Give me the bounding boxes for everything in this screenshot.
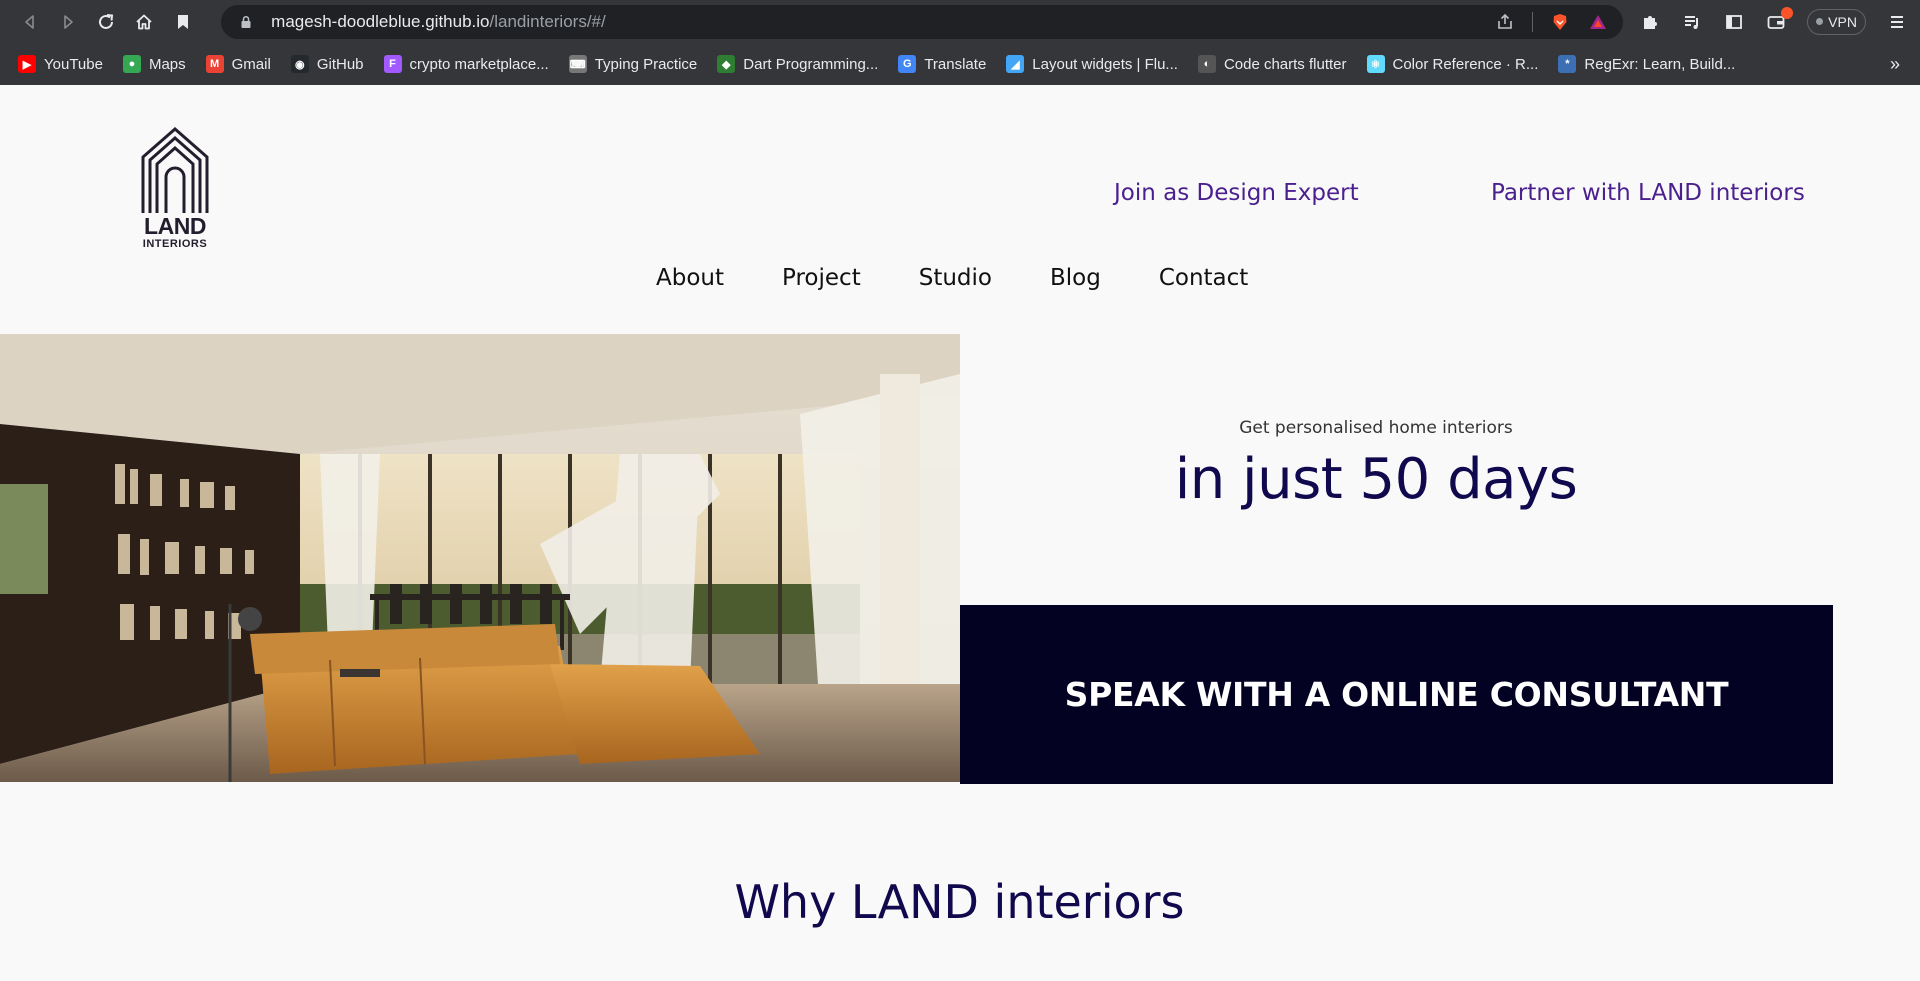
bookmark-label: Typing Practice bbox=[594, 55, 698, 73]
bookmark-label: Layout widgets | Flu... bbox=[1032, 55, 1178, 73]
brave-shields-button[interactable] bbox=[1549, 11, 1571, 33]
menu-button[interactable] bbox=[1886, 11, 1908, 33]
web-page: LAND INTERIORS Join as Design Expert Par… bbox=[0, 85, 1920, 981]
bookmark-item[interactable]: Fcrypto marketplace... bbox=[383, 55, 549, 73]
hamburger-menu-icon bbox=[1890, 15, 1903, 28]
divider bbox=[1532, 11, 1534, 32]
bookmark-favicon-icon: ◐ bbox=[1197, 55, 1216, 73]
brave-rewards-button[interactable] bbox=[1587, 11, 1609, 33]
hero-title: in just 50 days bbox=[1174, 447, 1578, 512]
bookmark-favicon-icon: ⌨ bbox=[568, 55, 587, 73]
vpn-button[interactable]: VPN bbox=[1807, 8, 1866, 35]
bookmark-item[interactable]: ⚛ Color Reference · R... bbox=[1366, 55, 1539, 73]
lock-icon bbox=[241, 15, 251, 28]
url-text: magesh-doodleblue.github.io/landinterior… bbox=[271, 12, 606, 32]
hero-living-room-image bbox=[0, 334, 960, 782]
bookmark-label: Code charts flutter bbox=[1223, 55, 1347, 73]
living-room-illustration bbox=[0, 334, 960, 782]
bookmark-favicon-icon: G bbox=[898, 55, 917, 73]
forward-button[interactable] bbox=[54, 7, 81, 37]
site-logo[interactable]: LAND INTERIORS bbox=[139, 127, 211, 252]
brave-rewards-triangle-icon bbox=[1590, 14, 1607, 29]
bookmark-favicon-icon: ◆ bbox=[717, 55, 736, 73]
home-button[interactable] bbox=[131, 7, 158, 37]
browser-chrome: magesh-doodleblue.github.io/landinterior… bbox=[0, 0, 1920, 85]
bookmarks-bar: ▶ YouTube ● Maps M Gmail ◉ GitHub Fcrypto market… bbox=[0, 43, 1920, 85]
bookmark-item[interactable]: ◉ GitHub bbox=[290, 55, 364, 73]
bookmark-favicon-icon: F bbox=[383, 55, 402, 73]
bookmark-favicon-icon: M bbox=[205, 55, 224, 73]
bookmark-favicon-icon: ◉ bbox=[290, 55, 309, 73]
brave-lion-icon bbox=[1553, 13, 1567, 30]
bookmark-item[interactable]: * RegExr: Learn, Build... bbox=[1558, 55, 1735, 73]
bookmark-item[interactable]: M Gmail bbox=[205, 55, 271, 73]
bookmark-label: YouTube bbox=[44, 55, 103, 73]
bookmark-favicon-icon: * bbox=[1558, 55, 1577, 73]
nav-blog[interactable]: Blog bbox=[1050, 265, 1101, 291]
back-arrow-icon bbox=[24, 14, 34, 29]
sidebar-button[interactable] bbox=[1723, 11, 1745, 33]
logo-subword: INTERIORS bbox=[142, 238, 208, 250]
bookmark-label: Gmail bbox=[231, 55, 271, 73]
bookmark-favicon-icon: ▶ bbox=[18, 55, 36, 73]
bookmark-label: RegExr: Learn, Build... bbox=[1584, 55, 1736, 73]
bookmark-label: Maps bbox=[148, 55, 186, 73]
bookmark-item[interactable]: G Translate bbox=[898, 55, 986, 73]
share-icon bbox=[1498, 13, 1512, 29]
playlist-button[interactable] bbox=[1681, 11, 1703, 33]
bookmark-favicon-icon: ⚛ bbox=[1366, 55, 1385, 73]
playlist-icon bbox=[1685, 15, 1699, 29]
vpn-status-dot bbox=[1816, 18, 1824, 25]
bookmark-label: GitHub bbox=[316, 55, 364, 73]
why-section-title-text: Why LAND interiors bbox=[734, 875, 1185, 929]
house-logo-icon bbox=[141, 127, 209, 213]
join-design-expert-link[interactable]: Join as Design Expert bbox=[1114, 180, 1359, 206]
browser-toolbar: magesh-doodleblue.github.io/landinterior… bbox=[0, 0, 1920, 43]
vpn-label: VPN bbox=[1828, 13, 1857, 30]
partner-link[interactable]: Partner with LAND interiors bbox=[1491, 180, 1805, 206]
main-navigation: About Project Studio Blog Contact bbox=[656, 265, 1248, 291]
bookmark-button[interactable] bbox=[169, 7, 196, 37]
bookmark-favicon-icon: ● bbox=[122, 55, 141, 73]
notification-badge bbox=[1781, 6, 1794, 19]
home-icon bbox=[136, 14, 152, 29]
sidebar-icon bbox=[1726, 14, 1743, 29]
hero-subtitle: Get personalised home interiors bbox=[1239, 418, 1513, 438]
bookmark-item[interactable]: ◐ Code charts flutter bbox=[1197, 55, 1347, 73]
bookmark-label: crypto marketplace... bbox=[409, 55, 549, 73]
url-host: magesh-doodleblue.github.io bbox=[271, 11, 490, 31]
bookmark-icon bbox=[177, 14, 188, 29]
back-button[interactable] bbox=[16, 7, 43, 37]
wallet-button[interactable] bbox=[1765, 6, 1794, 33]
url-path: /landinteriors/#/ bbox=[489, 11, 606, 31]
extensions-button[interactable] bbox=[1639, 11, 1661, 33]
speak-with-consultant-button[interactable]: SPEAK WITH A ONLINE CONSULTANT bbox=[960, 605, 1833, 784]
address-bar-actions bbox=[1494, 11, 1609, 33]
nav-contact[interactable]: Contact bbox=[1159, 265, 1248, 291]
bookmark-item[interactable]: ▶ YouTube bbox=[18, 55, 103, 73]
bookmark-label: Translate bbox=[924, 55, 987, 73]
extension-area: VPN bbox=[1639, 6, 1908, 35]
reload-button[interactable] bbox=[92, 7, 119, 37]
share-button[interactable] bbox=[1494, 11, 1516, 33]
nav-about[interactable]: About bbox=[656, 265, 724, 291]
address-bar[interactable]: magesh-doodleblue.github.io/landinterior… bbox=[221, 4, 1624, 39]
bookmark-favicon-icon: ◢ bbox=[1006, 55, 1025, 73]
reload-icon bbox=[99, 13, 114, 29]
bookmark-item[interactable]: ◆ Dart Programming... bbox=[717, 55, 878, 73]
logo-word: LAND bbox=[144, 213, 206, 239]
nav-studio[interactable]: Studio bbox=[919, 265, 992, 291]
bookmark-item[interactable]: ⌨ Typing Practice bbox=[568, 55, 698, 73]
forward-arrow-icon bbox=[64, 14, 73, 29]
puzzle-icon bbox=[1644, 15, 1658, 29]
bookmark-label: Dart Programming... bbox=[743, 55, 879, 73]
bookmark-item[interactable]: ◢ Layout widgets | Flu... bbox=[1006, 55, 1178, 73]
bookmark-label: Color Reference · R... bbox=[1392, 55, 1539, 73]
why-section-title: Why LAND interiors bbox=[0, 875, 1920, 929]
more-bookmarks-button[interactable]: » bbox=[1890, 54, 1900, 75]
bookmark-item[interactable]: ● Maps bbox=[122, 55, 186, 73]
nav-project[interactable]: Project bbox=[782, 265, 861, 291]
